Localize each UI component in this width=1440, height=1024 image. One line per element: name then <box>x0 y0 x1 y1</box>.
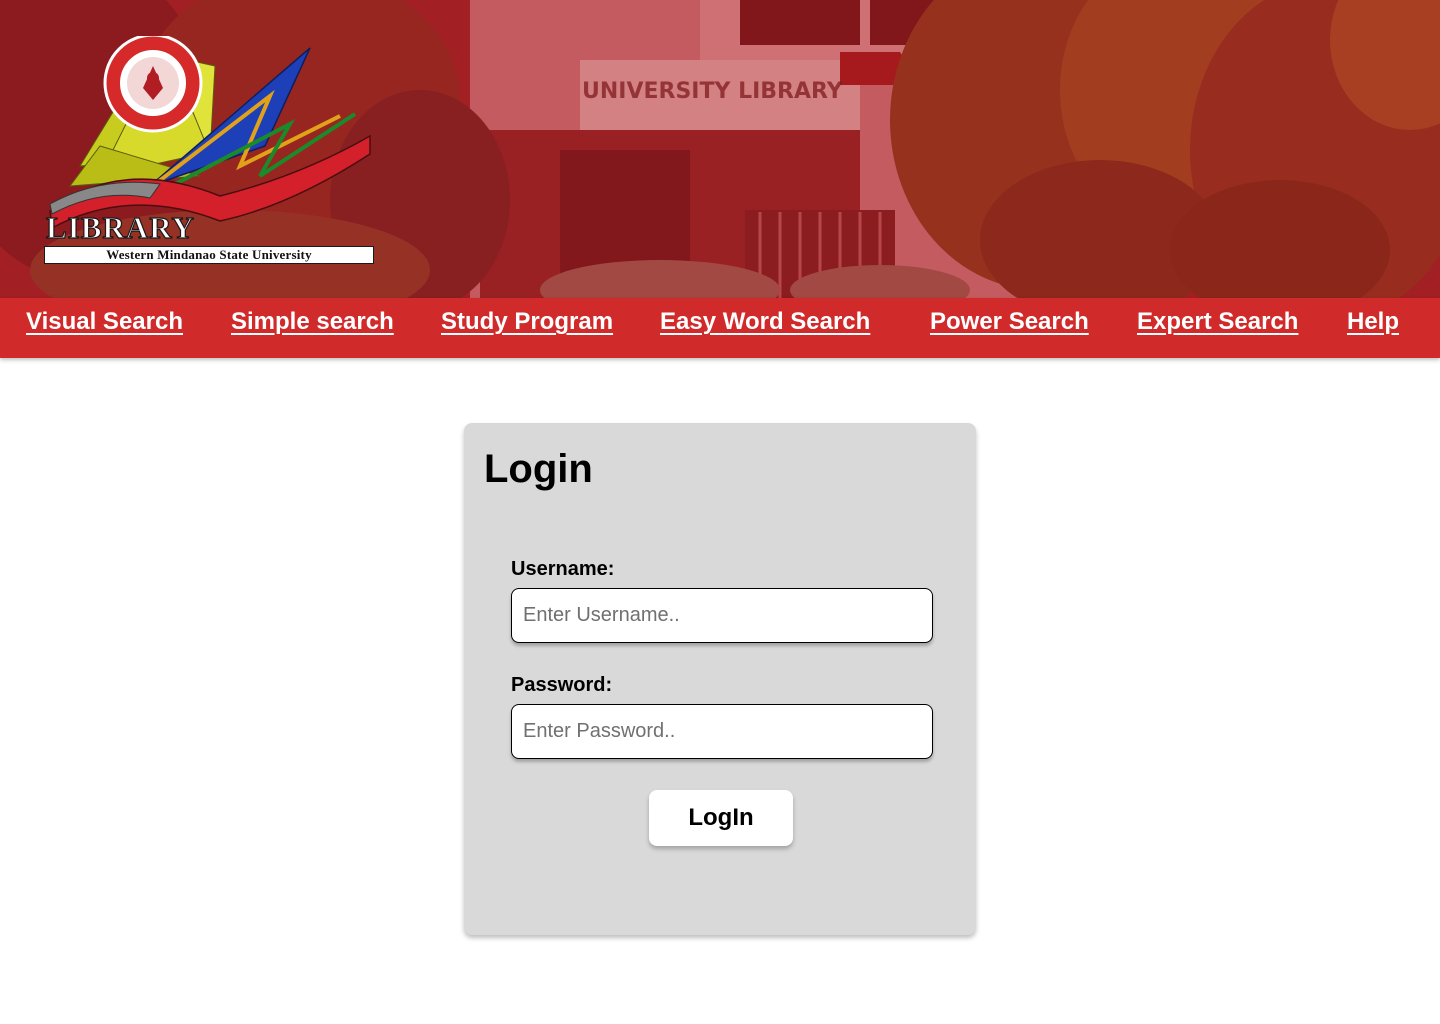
nav-study-program[interactable]: Study Program <box>441 308 613 336</box>
password-label: Password: <box>511 674 613 696</box>
login-button[interactable]: LogIn <box>649 790 793 846</box>
nav-simple-search[interactable]: Simple search <box>231 308 394 336</box>
nav-power-search[interactable]: Power Search <box>930 308 1089 336</box>
library-logo[interactable]: LIBRARY Western Mindanao State Universit… <box>40 33 380 268</box>
logo-wordmark: LIBRARY <box>45 210 195 245</box>
username-label: Username: <box>511 558 615 580</box>
nav-expert-search[interactable]: Expert Search <box>1137 308 1298 336</box>
nav-help[interactable]: Help <box>1347 308 1399 336</box>
password-input[interactable] <box>511 704 933 759</box>
login-card: Login Username: Password: LogIn <box>464 423 976 935</box>
header-banner: UNIVERSITY LIBRARY LIBRARY Western Minda… <box>0 0 1440 298</box>
nav-easy-word-search[interactable]: Easy Word Search <box>660 308 870 336</box>
main-nav: Visual Search Simple search Study Progra… <box>0 298 1440 358</box>
username-input[interactable] <box>511 588 933 643</box>
login-title: Login <box>484 447 593 491</box>
logo-subtitle: Western Mindanao State University <box>44 246 374 264</box>
nav-visual-search[interactable]: Visual Search <box>26 308 183 336</box>
